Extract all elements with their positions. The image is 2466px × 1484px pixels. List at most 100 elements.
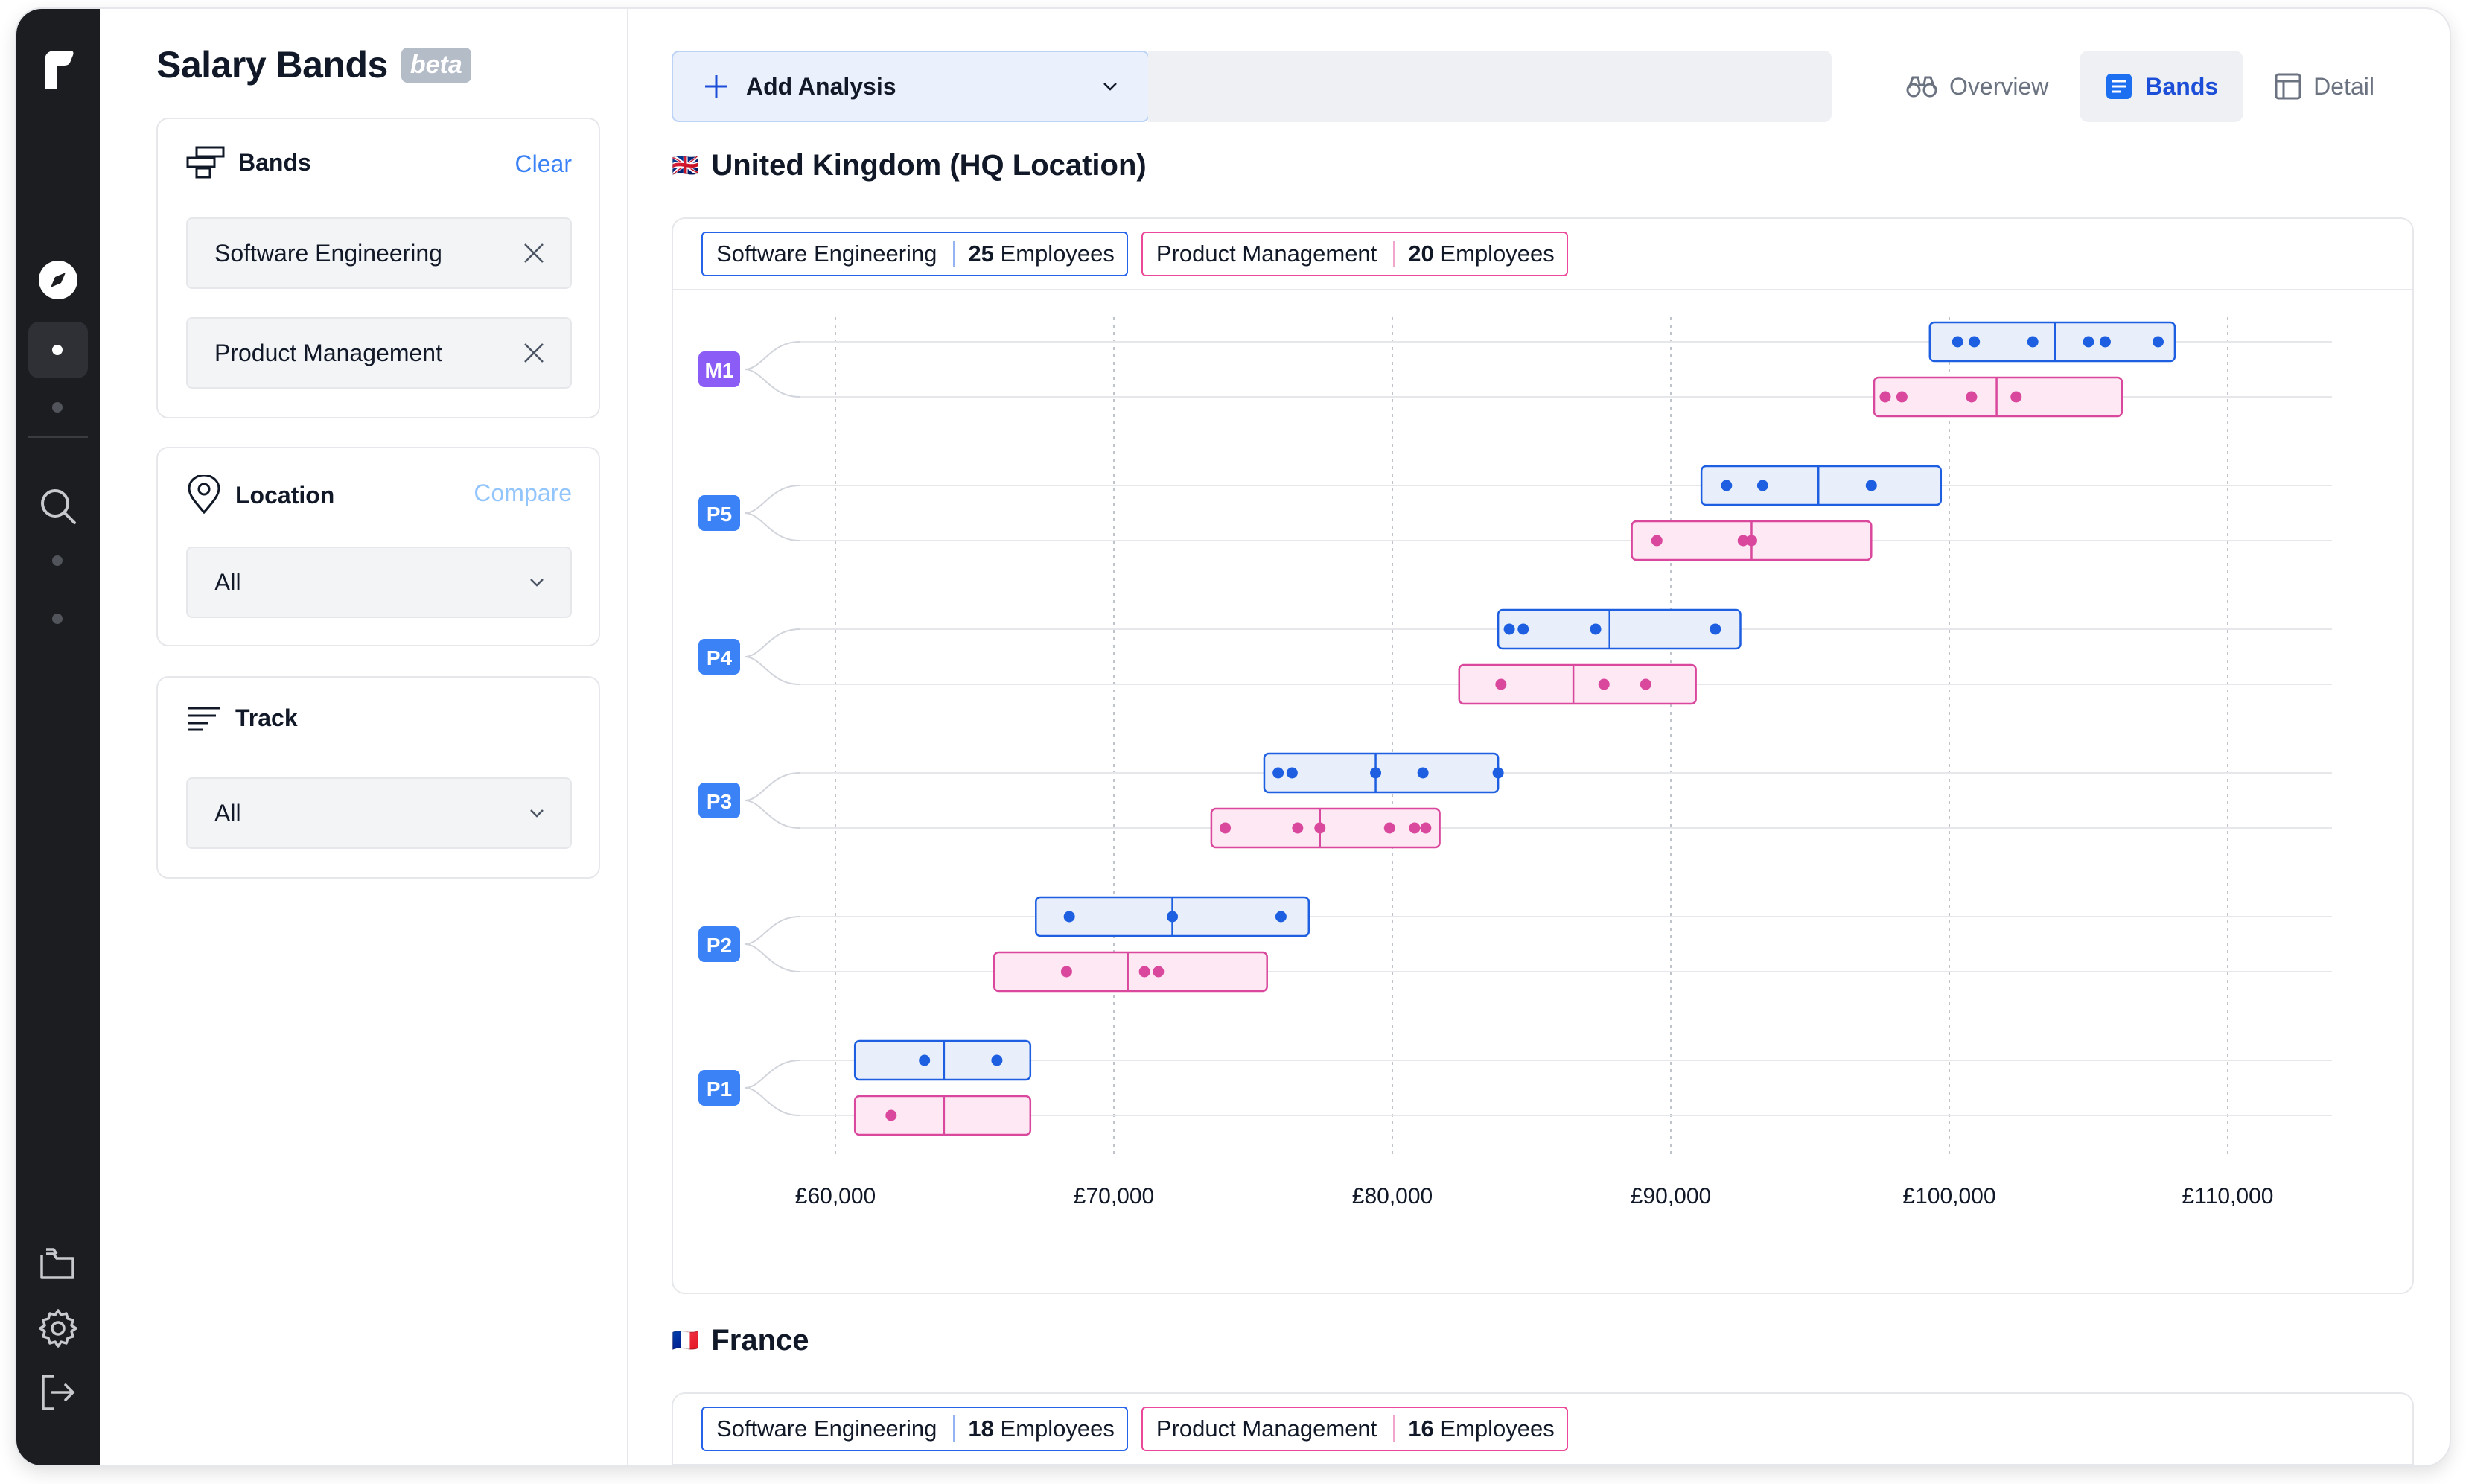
uk-chart-panel: Software Engineering 25 Employees Produc…	[672, 217, 2414, 1294]
pm-employee-point	[1651, 535, 1663, 547]
location-select-value: All	[214, 568, 241, 596]
folder-icon[interactable]	[16, 1246, 100, 1282]
tab-bands-label: Bands	[2145, 72, 2219, 100]
se-employee-point	[1167, 911, 1179, 923]
rail-divider	[28, 436, 88, 438]
level-badge-label: P3	[707, 790, 732, 813]
compass-icon[interactable]	[16, 259, 100, 301]
pm-employee-point	[1314, 822, 1326, 834]
legend-unit: Employees	[1000, 241, 1115, 267]
se-employee-point	[1865, 480, 1877, 491]
pm-band-box	[1458, 663, 1697, 705]
se-employee-point	[1286, 767, 1298, 779]
pm-employee-point	[1220, 822, 1232, 834]
compare-button[interactable]: Compare	[474, 480, 572, 507]
pm-employee-point	[1292, 822, 1304, 834]
se-band-box	[1928, 321, 2176, 363]
x-tick-label: £60,000	[795, 1184, 876, 1208]
nav-dot[interactable]	[52, 555, 63, 566]
chevron-down-icon	[530, 809, 544, 818]
bands-label: Bands	[238, 148, 311, 176]
legend-unit: Employees	[1440, 1415, 1555, 1442]
close-icon[interactable]	[523, 342, 545, 364]
legend-unit: Employees	[1000, 1415, 1115, 1442]
se-employee-point	[1063, 911, 1075, 923]
legend-count: 16	[1408, 1415, 1434, 1442]
tab-overview[interactable]: Overview	[1881, 51, 2074, 122]
legend-tag-product-management[interactable]: Product Management 20 Employees	[1141, 232, 1568, 276]
pm-band-box	[993, 951, 1268, 993]
se-employee-point	[1721, 480, 1733, 491]
legend-name: Product Management	[1143, 241, 1395, 267]
pm-employee-point	[1138, 966, 1150, 978]
nav-dot[interactable]	[52, 402, 63, 413]
band-chip-label: Product Management	[214, 339, 442, 366]
binoculars-icon	[1906, 76, 1937, 98]
level-badge-label: P5	[707, 503, 732, 526]
location-card: Location Compare All	[156, 447, 600, 646]
beta-badge: beta	[401, 47, 471, 83]
pm-employee-point	[1420, 822, 1432, 834]
legend-count: 20	[1408, 241, 1434, 267]
app-window: Salary Bands beta Bands Clear Software E…	[15, 7, 2451, 1467]
row-connector	[744, 341, 800, 370]
row-connector	[744, 369, 800, 398]
location-select[interactable]: All	[186, 547, 572, 618]
pm-employee-point	[1383, 822, 1395, 834]
location-pin-icon	[188, 475, 220, 515]
section-title-france: 🇫🇷 France	[672, 1324, 809, 1357]
logo-icon[interactable]	[16, 46, 100, 94]
legend-tag-software-engineering[interactable]: Software Engineering 18 Employees	[701, 1407, 1128, 1451]
close-icon[interactable]	[523, 242, 545, 264]
nav-dot[interactable]	[52, 614, 63, 624]
clear-button[interactable]: Clear	[515, 150, 572, 178]
pm-employee-point	[1640, 678, 1651, 690]
section-title-uk: 🇬🇧 United Kingdom (HQ Location)	[672, 149, 1147, 182]
se-employee-point	[919, 1054, 931, 1066]
se-employee-point	[1952, 336, 1963, 348]
tab-bands[interactable]: Bands	[2080, 51, 2244, 122]
pm-employee-point	[1598, 678, 1610, 690]
uk-legend: Software Engineering 25 Employees Produc…	[673, 219, 2412, 290]
gear-icon[interactable]	[16, 1308, 100, 1349]
level-badge-label: M1	[705, 359, 734, 382]
band-chip[interactable]: Software Engineering	[186, 217, 572, 289]
level-badge-label: P4	[707, 646, 733, 669]
nav-rail	[16, 9, 100, 1465]
logout-icon[interactable]	[16, 1372, 100, 1413]
legend-name: Software Engineering	[703, 1415, 955, 1442]
se-employee-point	[1503, 623, 1515, 635]
band-chip-label: Software Engineering	[214, 239, 442, 267]
legend-tag-software-engineering[interactable]: Software Engineering 25 Employees	[701, 232, 1128, 276]
row-connector	[744, 485, 800, 514]
salary-band-chart: £60,000 £70,000 £80,000 £90,000 £100,000 £110…	[698, 317, 2332, 1208]
se-employee-point	[1275, 911, 1287, 923]
france-chart-panel: Software Engineering 18 Employees Produc…	[672, 1392, 2414, 1465]
x-tick-label: £90,000	[1631, 1184, 1711, 1208]
legend-count: 25	[968, 241, 994, 267]
row-connector	[744, 916, 800, 945]
se-employee-point	[2153, 336, 2164, 348]
se-band-box	[1700, 465, 1943, 506]
legend-unit: Employees	[1440, 241, 1555, 267]
add-analysis-button[interactable]: Add Analysis	[672, 51, 1150, 122]
tab-detail[interactable]: Detail	[2249, 51, 2400, 122]
analysis-bar[interactable]	[1148, 51, 1832, 122]
plus-icon	[705, 75, 727, 98]
pm-employee-point	[1060, 966, 1072, 978]
pm-band-box	[853, 1095, 1032, 1136]
legend-tag-product-management[interactable]: Product Management 16 Employees	[1141, 1407, 1568, 1451]
row-connector	[744, 800, 800, 829]
row-connector	[744, 1060, 800, 1089]
se-band-box	[1497, 608, 1742, 650]
track-select[interactable]: All	[186, 777, 572, 849]
band-chip[interactable]: Product Management	[186, 317, 572, 389]
pm-employee-point	[2010, 391, 2022, 403]
se-employee-point	[1417, 767, 1429, 779]
pm-employee-point	[885, 1109, 897, 1121]
pm-employee-point	[1495, 678, 1507, 690]
search-icon[interactable]	[16, 485, 100, 527]
france-legend: Software Engineering 18 Employees Produc…	[673, 1394, 2412, 1465]
tab-detail-label: Detail	[2313, 72, 2374, 100]
se-employee-point	[1756, 480, 1768, 491]
